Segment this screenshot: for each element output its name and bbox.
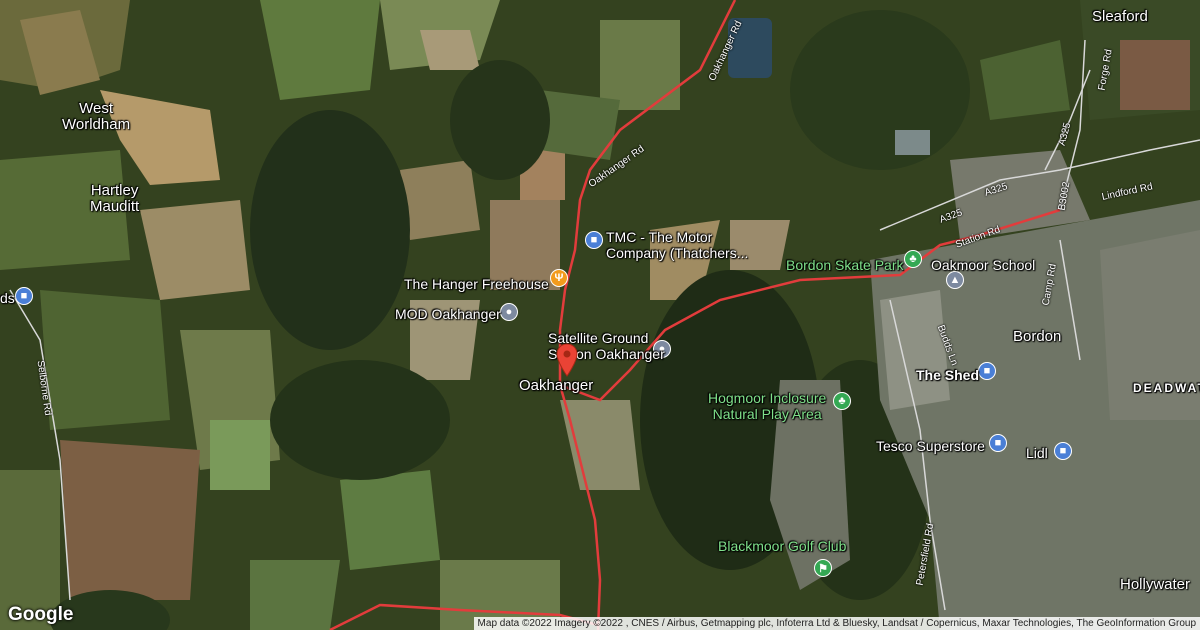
map-imagery xyxy=(0,0,1200,630)
poi-label-mod-oakhanger[interactable]: MOD Oakhanger xyxy=(395,306,501,322)
cart-icon[interactable]: ■ xyxy=(1054,442,1072,460)
cart-icon[interactable]: ■ xyxy=(989,434,1007,452)
place-label-hollywater: Hollywater xyxy=(1120,576,1191,593)
map-attribution[interactable]: Map data ©2022 Imagery ©2022 , CNES / Ai… xyxy=(473,617,1200,630)
poi-label-the-shed[interactable]: The Shed xyxy=(916,367,979,383)
place-label-deadwater: DEADWAT xyxy=(1133,381,1200,395)
poi-label-tmc[interactable]: TMC - The Motor Company (Thatchers... xyxy=(606,229,748,261)
poi-label-edge[interactable]: ds xyxy=(0,290,15,306)
poi-label-lidl[interactable]: Lidl xyxy=(1026,445,1048,461)
location-marker-icon[interactable] xyxy=(556,343,578,377)
poi-label-hanger-freehouse[interactable]: The Hanger Freehouse xyxy=(404,276,549,292)
poi-label-hogmoor[interactable]: Hogmoor Inclosure Natural Play Area xyxy=(708,390,826,422)
golf-icon[interactable]: ⚑ xyxy=(814,559,832,577)
school-icon[interactable]: ▲ xyxy=(946,271,964,289)
place-label-west-worldham: West Worldham xyxy=(62,100,131,133)
cart-icon[interactable]: ■ xyxy=(978,362,996,380)
place-label-oakhanger: Oakhanger xyxy=(519,377,594,394)
place-label-sleaford: Sleaford xyxy=(1092,8,1148,25)
cart-icon[interactable]: ■ xyxy=(585,231,603,249)
google-logo: Google xyxy=(8,604,74,625)
poi-label-skate-park[interactable]: Bordon Skate Park xyxy=(786,257,904,273)
poi-label-tesco[interactable]: Tesco Superstore xyxy=(876,438,985,454)
poi-label-golf-club[interactable]: Blackmoor Golf Club xyxy=(718,538,846,554)
fork-knife-icon[interactable]: Ψ xyxy=(550,269,568,287)
place-label-hartley-mauditt: Hartley Mauditt xyxy=(90,182,140,215)
poi-label-oakmoor-school[interactable]: Oakmoor School xyxy=(931,257,1035,273)
pin-icon[interactable]: ● xyxy=(500,303,518,321)
tree-icon[interactable]: ♣ xyxy=(833,392,851,410)
tree-icon[interactable]: ♣ xyxy=(904,250,922,268)
cart-icon[interactable]: ■ xyxy=(15,287,33,305)
satellite-map[interactable]: Sleaford West Worldham Hartley Mauditt B… xyxy=(0,0,1200,630)
place-label-bordon: Bordon xyxy=(1013,328,1062,345)
